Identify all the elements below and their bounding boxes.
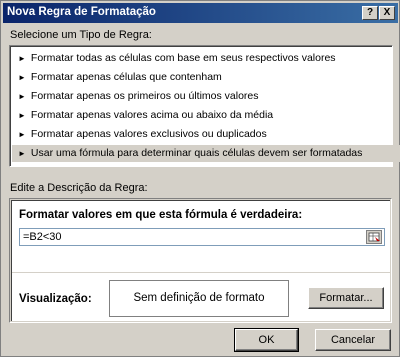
formula-field[interactable]: =B2<30: [19, 228, 385, 246]
preview-label: Visualização:: [19, 293, 92, 305]
rule-type-item-label: Formatar apenas células que contenham: [30, 71, 222, 83]
right-triangle-icon: ►: [18, 54, 26, 63]
range-picker-icon[interactable]: [366, 230, 382, 244]
rule-type-item-contains[interactable]: ► Formatar apenas células que contenham: [12, 69, 400, 86]
right-triangle-icon: ►: [18, 149, 26, 158]
formula-heading: Formatar valores em que esta fórmula é v…: [19, 209, 303, 221]
rule-type-item-label: Formatar apenas valores exclusivos ou du…: [30, 128, 267, 140]
cancel-button[interactable]: Cancelar: [315, 329, 391, 351]
rule-type-item-unique-duplicate[interactable]: ► Formatar apenas valores exclusivos ou …: [12, 126, 400, 143]
help-button[interactable]: ?: [362, 6, 378, 20]
ok-button[interactable]: OK: [234, 328, 299, 352]
close-button[interactable]: X: [379, 6, 395, 20]
format-button[interactable]: Formatar...: [308, 287, 384, 309]
section-divider: [12, 272, 391, 273]
rule-type-item-label: Formatar apenas valores acima ou abaixo …: [30, 109, 274, 121]
window-title: Nova Regra de Formatação: [7, 6, 156, 18]
ok-button-label: OK: [258, 334, 275, 346]
rule-description-content: Formatar valores em que esta fórmula é v…: [11, 200, 391, 321]
rule-type-item-label: Formatar todas as células com base em se…: [30, 52, 336, 64]
rule-description-panel: Formatar valores em que esta fórmula é v…: [9, 198, 392, 323]
right-triangle-icon: ►: [18, 92, 26, 101]
right-triangle-icon: ►: [18, 73, 26, 82]
rule-description-label: Edite a Descrição da Regra:: [10, 182, 148, 194]
new-formatting-rule-dialog: Nova Regra de Formatação ? X Selecione u…: [0, 0, 400, 357]
formula-value: =B2<30: [23, 231, 62, 243]
format-button-label: Formatar...: [319, 292, 373, 304]
rule-type-item-cell-values[interactable]: ► Formatar todas as células com base em …: [12, 50, 400, 67]
format-preview: Sem definição de formato: [109, 280, 289, 317]
rule-type-label: Selecione um Tipo de Regra:: [10, 29, 152, 41]
rule-type-item-formula[interactable]: ► Usar uma fórmula para determinar quais…: [12, 145, 400, 162]
title-bar[interactable]: Nova Regra de Formatação ? X: [3, 3, 398, 23]
rule-type-list[interactable]: ► Formatar todas as células com base em …: [9, 45, 400, 167]
rule-type-item-above-below-average[interactable]: ► Formatar apenas valores acima ou abaix…: [12, 107, 400, 124]
rule-type-item-label: Formatar apenas os primeiros ou últimos …: [30, 90, 259, 102]
rule-type-item-top-bottom[interactable]: ► Formatar apenas os primeiros ou último…: [12, 88, 400, 105]
right-triangle-icon: ►: [18, 130, 26, 139]
cancel-button-label: Cancelar: [330, 334, 376, 346]
right-triangle-icon: ►: [18, 111, 26, 120]
rule-type-item-label: Usar uma fórmula para determinar quais c…: [30, 147, 363, 159]
